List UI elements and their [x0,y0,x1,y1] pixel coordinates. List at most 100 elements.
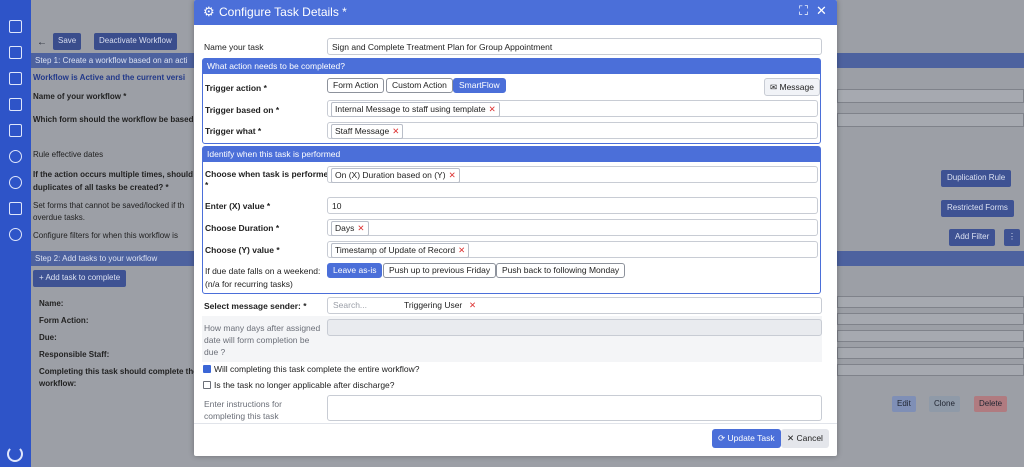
back-arrow-icon[interactable]: ← [37,37,47,48]
remove-icon[interactable]: ✕ [449,170,456,180]
x-value-label: Enter (X) value * [205,201,271,211]
task-form-action-label: Form Action: [39,316,89,325]
active-banner: Workflow is Active and the current versi [33,73,186,82]
settings-icon[interactable] [9,176,22,189]
edit-task-button[interactable]: Edit [892,396,916,412]
remove-icon[interactable]: ✕ [392,126,399,136]
message-button[interactable]: ✉ Message [764,78,820,96]
multi-occurrence-label-2: duplicates of all tasks be created? * [33,183,169,192]
when-performed-select[interactable]: On (X) Duration based on (Y) ✕ [327,166,818,183]
no-longer-applicable-checkbox[interactable] [203,381,211,389]
trigger-what-tag: Staff Message ✕ [331,124,404,139]
update-task-button[interactable]: ⟳ Update Task [712,429,781,448]
message-button-label: Message [779,82,814,92]
x-value-input[interactable]: 10 [327,197,818,214]
complete-workflow-label: Will completing this task complete the e… [214,364,420,374]
scan-icon[interactable] [9,98,22,111]
medical-bag-icon[interactable] [9,124,22,137]
remove-icon[interactable]: ✕ [469,300,476,311]
task-responsible-label: Responsible Staff: [39,350,110,359]
custom-action-button[interactable]: Custom Action [386,78,453,93]
when-performed-value: On (X) Duration based on (Y) [335,170,446,180]
task-field-right-5 [837,364,1024,376]
calendar-icon[interactable] [9,46,22,59]
duration-value: Days [335,223,355,233]
trigger-based-on-value: Internal Message to staff using template [335,104,486,114]
duration-select[interactable]: Days ✕ [327,219,818,236]
maximize-icon[interactable]: ⛶ [799,4,808,18]
remove-icon[interactable]: ✕ [489,104,496,114]
trigger-what-value: Staff Message [335,126,390,136]
task-name-label: Name your task [204,42,264,52]
task-name-input[interactable]: Sign and Complete Treatment Plan for Gro… [327,38,822,55]
complete-workflow-checkbox[interactable] [203,365,211,373]
deactivate-workflow-button[interactable]: Deactivate Workflow [94,33,177,50]
filters-label: Configure filters for when this workflow… [33,231,178,240]
trigger-based-on-label: Trigger based on * [205,105,280,115]
workflow-name-input[interactable] [837,89,1024,103]
leave-as-is-button[interactable]: Leave as-is [327,263,383,278]
days-due-label: How many days after assigned date will f… [204,323,321,357]
close-icon[interactable]: ✕ [816,4,827,18]
weekend-label-1: If due date falls on a weekend: [205,266,321,276]
modal-footer: ⟳ Update Task ✕ Cancel [194,423,837,456]
checklist-icon[interactable] [9,202,22,215]
action-section-header: What action needs to be completed? [203,59,820,74]
no-longer-applicable-label: Is the task no longer applicable after d… [214,380,395,390]
configure-task-modal: ⚙ Configure Task Details * ⛶ ✕ Name your… [194,0,837,456]
step1-header: Step 1: Create a workflow based on an ac… [31,53,194,68]
days-due-input [327,319,822,336]
loading-icon [7,446,23,462]
delete-task-button[interactable]: Delete [974,396,1008,412]
user-icon[interactable] [9,150,22,163]
add-task-button[interactable]: + Add task to complete [33,270,127,287]
rule-dates-label: Rule effective dates [33,150,104,159]
push-friday-button[interactable]: Push up to previous Friday [383,263,497,278]
mail-icon[interactable] [9,72,22,85]
remove-icon[interactable]: ✕ [458,245,465,255]
restricted-forms-button[interactable]: Restricted Forms [941,200,1014,217]
sender-select[interactable]: Search... Triggering User ✕ [327,297,822,314]
when-performed-tag: On (X) Duration based on (Y) ✕ [331,168,460,183]
task-field-right-3 [837,330,1024,342]
instructions-label: Enter instructions for completing this t… [204,399,282,421]
help-icon[interactable] [9,228,22,241]
cancel-button[interactable]: ✕ Cancel [781,429,829,448]
modal-header: ⚙ Configure Task Details * ⛶ ✕ [194,0,837,25]
remove-icon[interactable]: ✕ [357,223,364,233]
clone-task-button[interactable]: Clone [929,396,960,412]
save-button[interactable]: Save [53,33,82,50]
update-task-label: Update Task [727,433,775,443]
step2-header: Step 2: Add tasks to your workflow [31,251,194,266]
duplication-rule-button[interactable]: Duplication Rule [941,170,1012,187]
trigger-what-label: Trigger what * [205,126,262,136]
form-based-label: Which form should the workflow be based [33,115,194,124]
form-action-button[interactable]: Form Action [327,78,385,93]
gear-icon: ⚙ [203,4,215,19]
workflow-name-label: Name of your workflow * [33,92,127,101]
timing-section-header: Identify when this task is performed [203,147,820,162]
when-performed-label-1: Choose when task is performed [205,169,334,179]
y-value-select[interactable]: Timestamp of Update of Record ✕ [327,241,818,258]
sender-label: Select message sender: * [204,301,307,311]
y-value-label: Choose (Y) value * [205,245,280,255]
duration-tag: Days ✕ [331,221,369,236]
form-based-select[interactable] [837,113,1024,127]
trigger-based-on-select[interactable]: Internal Message to staff using template… [327,100,818,117]
multi-occurrence-label-1: If the action occurs multiple times, sho… [33,170,194,179]
forms-locked-label-2: overdue tasks. [33,213,86,222]
app-sidebar [0,0,31,467]
more-options-button[interactable]: ⋮ [1004,229,1020,246]
y-value-tag: Timestamp of Update of Record ✕ [331,243,470,258]
instructions-textarea[interactable] [327,395,822,421]
task-complete-label-2: workflow: [39,379,77,388]
add-filter-button[interactable]: Add Filter [949,229,996,246]
smartflow-button[interactable]: SmartFlow [453,78,506,93]
push-monday-button[interactable]: Push back to following Monday [496,263,626,278]
step1-header-right [837,53,1024,68]
weekend-label-2: (n/a for recurring tasks) [205,279,293,289]
sender-search-placeholder: Search... [333,300,368,310]
home-icon[interactable] [9,20,22,33]
modal-body: Name your task Sign and Complete Treatme… [194,25,837,423]
trigger-what-select[interactable]: Staff Message ✕ [327,122,818,139]
